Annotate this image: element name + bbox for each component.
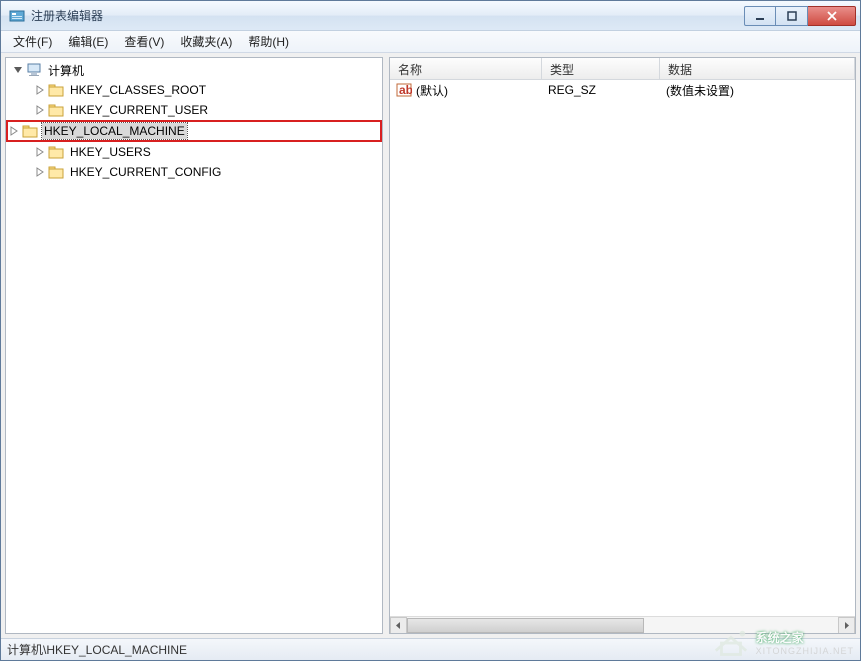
tree-node-hku[interactable]: HKEY_USERS <box>6 142 382 162</box>
statusbar: 计算机\HKEY_LOCAL_MACHINE <box>1 638 860 660</box>
expand-icon[interactable] <box>34 104 46 116</box>
menu-edit[interactable]: 编辑(E) <box>60 31 116 52</box>
scroll-right-button[interactable] <box>838 617 855 634</box>
expand-icon[interactable] <box>34 166 46 178</box>
tree-node-label: HKEY_LOCAL_MACHINE <box>42 123 187 139</box>
regedit-icon <box>9 8 25 24</box>
expand-icon[interactable] <box>34 84 46 96</box>
list-body[interactable]: ab (默认) REG_SZ (数值未设置) <box>390 80 855 616</box>
column-header-data[interactable]: 数据 <box>660 58 855 79</box>
expand-icon[interactable] <box>34 146 46 158</box>
tree-node-label: HKEY_CURRENT_CONFIG <box>68 164 223 180</box>
column-header-name[interactable]: 名称 <box>390 58 542 79</box>
client-area: 计算机 HKEY_CLASSES_ROOT HKEY_CURRENT_USER … <box>1 53 860 638</box>
folder-icon <box>48 164 64 180</box>
tree-root-label: 计算机 <box>46 61 86 80</box>
folder-icon <box>22 123 38 139</box>
scroll-thumb[interactable] <box>407 618 644 633</box>
list-header: 名称 类型 数据 <box>390 58 855 80</box>
tree-node-hklm[interactable]: HKEY_LOCAL_MACHINE <box>6 120 382 142</box>
status-path: 计算机\HKEY_LOCAL_MACHINE <box>7 641 187 658</box>
value-data-cell: (数值未设置) <box>660 80 855 101</box>
window-controls <box>744 6 856 26</box>
menu-view[interactable]: 查看(V) <box>116 31 172 52</box>
window-title: 注册表编辑器 <box>31 7 744 24</box>
tree-root-computer[interactable]: 计算机 <box>6 60 382 80</box>
maximize-button[interactable] <box>776 6 808 26</box>
collapse-icon[interactable] <box>12 64 24 76</box>
scroll-track[interactable] <box>407 617 838 634</box>
menubar: 文件(F) 编辑(E) 查看(V) 收藏夹(A) 帮助(H) <box>1 31 860 53</box>
menu-favorites[interactable]: 收藏夹(A) <box>172 31 240 52</box>
tree-node-hkcc[interactable]: HKEY_CURRENT_CONFIG <box>6 162 382 182</box>
values-panel: 名称 类型 数据 ab (默认) REG_SZ (数值未设置) <box>389 57 856 634</box>
column-header-type[interactable]: 类型 <box>542 58 660 79</box>
folder-icon <box>48 82 64 98</box>
list-row[interactable]: ab (默认) REG_SZ (数值未设置) <box>390 80 855 100</box>
expand-icon[interactable] <box>8 125 20 137</box>
svg-text:ab: ab <box>399 83 412 97</box>
menu-help[interactable]: 帮助(H) <box>240 31 297 52</box>
folder-icon <box>48 144 64 160</box>
value-name-cell: ab (默认) <box>390 80 542 101</box>
tree-node-label: HKEY_CURRENT_USER <box>68 102 210 118</box>
tree-node-hkcr[interactable]: HKEY_CLASSES_ROOT <box>6 80 382 100</box>
minimize-button[interactable] <box>744 6 776 26</box>
titlebar[interactable]: 注册表编辑器 <box>1 1 860 31</box>
tree-panel[interactable]: 计算机 HKEY_CLASSES_ROOT HKEY_CURRENT_USER … <box>5 57 383 634</box>
string-value-icon: ab <box>396 82 412 98</box>
scroll-left-button[interactable] <box>390 617 407 634</box>
close-button[interactable] <box>808 6 856 26</box>
tree-node-label: HKEY_CLASSES_ROOT <box>68 82 208 98</box>
registry-tree: 计算机 HKEY_CLASSES_ROOT HKEY_CURRENT_USER … <box>6 58 382 184</box>
registry-editor-window: 注册表编辑器 文件(F) 编辑(E) 查看(V) 收藏夹(A) 帮助(H) <box>0 0 861 661</box>
value-type-cell: REG_SZ <box>542 81 660 99</box>
tree-node-hkcu[interactable]: HKEY_CURRENT_USER <box>6 100 382 120</box>
value-name: (默认) <box>416 82 448 99</box>
menu-file[interactable]: 文件(F) <box>5 31 60 52</box>
folder-icon <box>48 102 64 118</box>
computer-icon <box>26 62 42 78</box>
horizontal-scrollbar[interactable] <box>390 616 855 633</box>
tree-node-label: HKEY_USERS <box>68 144 153 160</box>
